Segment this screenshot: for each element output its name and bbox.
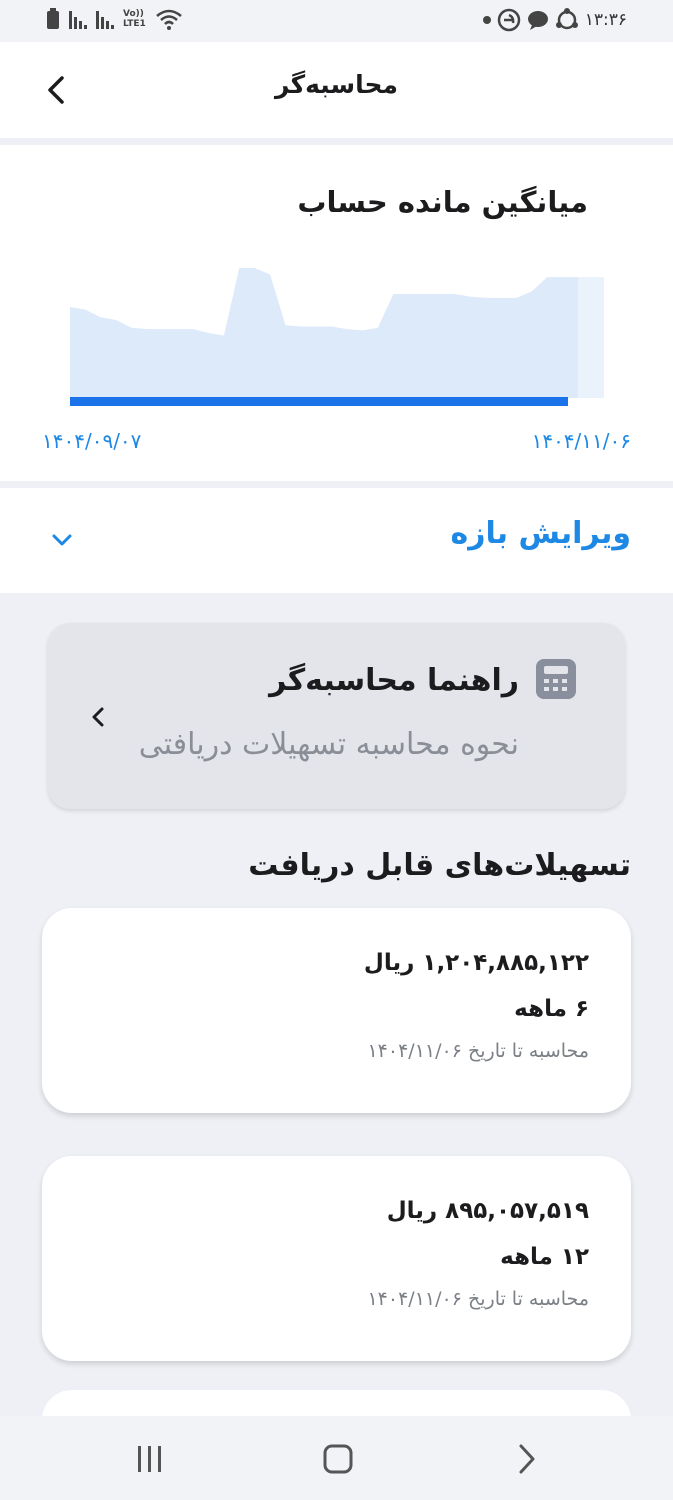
signal-icon (96, 11, 114, 29)
guide-title: راهنما محاسبه‌گر (269, 663, 519, 698)
loan-term: ۶ ماهه (514, 996, 589, 1022)
page-title: محاسبه‌گر (275, 70, 398, 99)
wifi-icon (155, 9, 182, 30)
balance-chart-card: میانگین مانده حساب ۱۴۰۴/۰۹/۰۷ ۱۴۰۴/۱۱/۰۶ (0, 145, 673, 481)
chat-icon (527, 11, 548, 30)
edit-range-label: ویرایش بازه (450, 516, 631, 551)
status-time: ۱۳:۳۶ (584, 10, 627, 30)
back-icon[interactable] (506, 1442, 546, 1476)
app-icon (497, 8, 520, 32)
system-nav-bar (0, 1416, 673, 1500)
loan-date-note: محاسبه تا تاریخ ۱۴۰۴/۱۱/۰۶ (367, 1040, 589, 1062)
status-bar: Vo)) LTE1 ۱۳:۳۶ (0, 0, 673, 42)
loan-date-note: محاسبه تا تاریخ ۱۴۰۴/۱۱/۰۶ (367, 1288, 589, 1310)
signal-icon (69, 11, 87, 29)
chart-end-date: ۱۴۰۴/۱۱/۰۶ (531, 429, 631, 453)
volte-icon: Vo)) LTE1 (123, 9, 146, 29)
app-bar: محاسبه‌گر (0, 42, 673, 138)
chart-range-track[interactable] (70, 397, 568, 406)
volte-text: Vo)) (123, 9, 144, 19)
calculator-guide-card[interactable]: راهنما محاسبه‌گر نحوه محاسبه تسهیلات دری… (48, 623, 625, 809)
edit-range-toggle[interactable]: ویرایش بازه (0, 488, 673, 593)
status-icons-right: ۱۳:۳۶ (482, 8, 627, 32)
status-icons-left: Vo)) LTE1 (46, 8, 183, 30)
loan-term: ۱۲ ماهه (500, 1244, 589, 1270)
battery-icon (47, 8, 59, 29)
recents-icon[interactable] (130, 1442, 170, 1476)
sync-icon (555, 8, 578, 30)
loan-card[interactable]: ۱,۲۰۴,۸۸۵,۱۲۲ ریال ۶ ماهه محاسبه تا تاری… (42, 908, 631, 1113)
loan-amount: ۱,۲۰۴,۸۸۵,۱۲۲ ریال (363, 950, 589, 976)
loan-card[interactable]: ۸۹۵,۰۵۷,۵۱۹ ریال ۱۲ ماهه محاسبه تا تاریخ… (42, 1156, 631, 1361)
loan-amount: ۸۹۵,۰۵۷,۵۱۹ ریال (386, 1198, 589, 1224)
chart-area-tail (578, 277, 604, 398)
home-icon[interactable] (318, 1442, 358, 1476)
lte-text: LTE1 (123, 19, 146, 29)
chevron-down-icon (52, 534, 72, 546)
loans-section-title: تسهیلات‌های قابل دریافت (248, 848, 631, 883)
calculator-icon (536, 659, 576, 699)
chart-area-series (70, 268, 578, 398)
chart-start-date: ۱۴۰۴/۰۹/۰۷ (42, 429, 142, 453)
guide-subtitle: نحوه محاسبه تسهیلات دریافتی (138, 727, 519, 762)
notification-dot-icon (482, 16, 491, 24)
chevron-left-icon (92, 707, 104, 727)
